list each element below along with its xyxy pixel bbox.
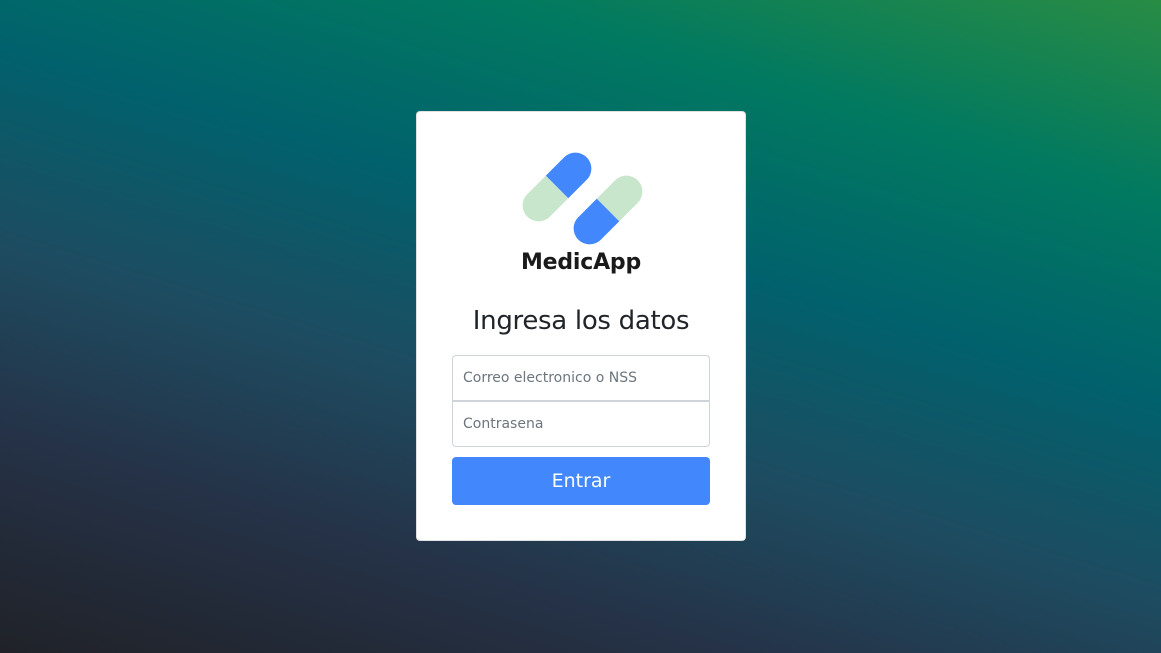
password-input[interactable] [452,401,710,447]
submit-button[interactable]: Entrar [452,457,710,505]
pills-icon [517,146,649,252]
brand-name: MedicApp [520,250,642,275]
email-input[interactable] [452,355,710,401]
form-heading: Ingresa los datos [472,306,690,336]
login-card: MedicApp Ingresa los datos Entrar [416,111,746,541]
